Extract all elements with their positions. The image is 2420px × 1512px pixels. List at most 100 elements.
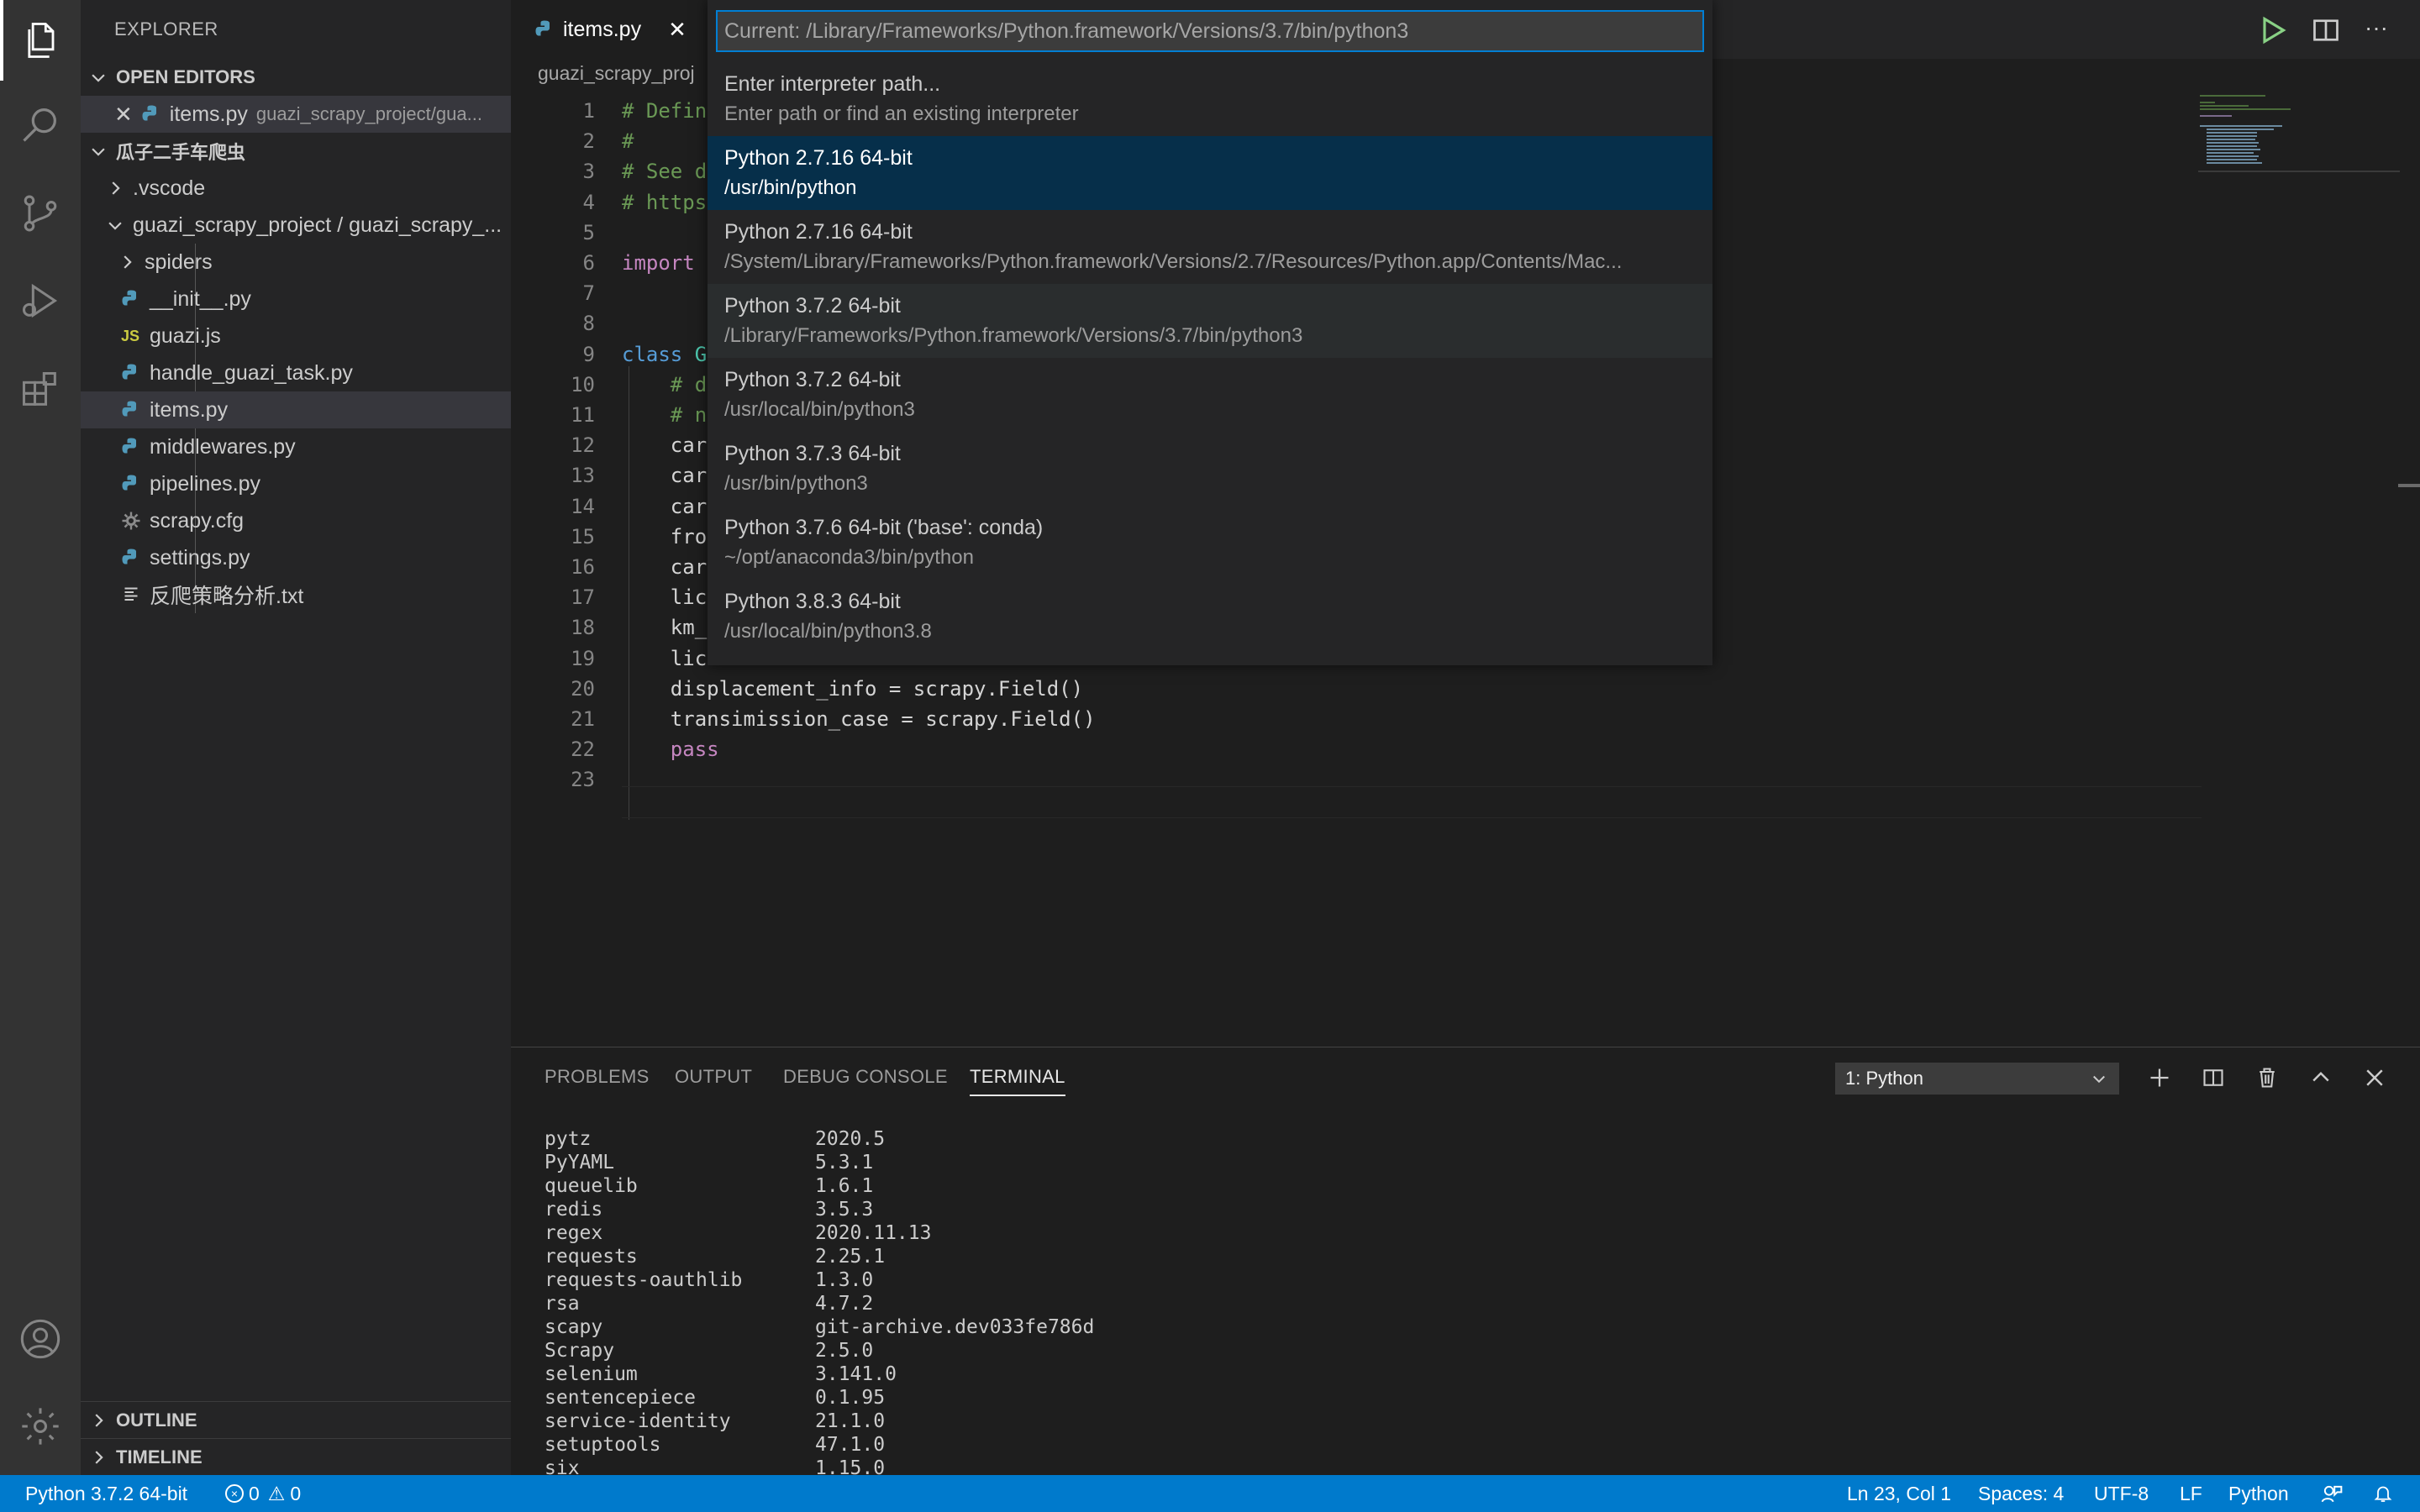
notifications-bell-icon[interactable] (2373, 1475, 2393, 1512)
tab-debug-console[interactable]: DEBUG CONSOLE (783, 1066, 948, 1088)
extensions-icon[interactable] (0, 349, 81, 430)
quick-pick-item[interactable]: Python 3.7.3 64-bit /usr/bin/python3 (708, 432, 1712, 506)
code-token: fro (622, 524, 708, 549)
chevron-down-icon (92, 148, 105, 156)
package-name: service-identity (544, 1410, 731, 1432)
package-name: redis (544, 1199, 603, 1221)
scroll-indicator[interactable] (2398, 484, 2420, 487)
new-terminal-icon[interactable] (2143, 1061, 2176, 1095)
problems-status[interactable]: × 0 ⚠ 0 (225, 1475, 301, 1512)
settings-gear-icon[interactable] (0, 1386, 81, 1467)
breadcrumb[interactable]: guazi_scrapy_proj (538, 62, 695, 85)
python-interpreter-status[interactable]: Python 3.7.2 64-bit (25, 1475, 187, 1512)
activity-bar (0, 0, 81, 1475)
outline-header[interactable]: OUTLINE (81, 1401, 511, 1439)
line-number: 2 (582, 129, 595, 154)
python-file-icon (122, 401, 136, 417)
interpreter-quick-pick: Enter interpreter path... Enter path or … (708, 0, 1712, 665)
trash-icon[interactable] (2250, 1061, 2284, 1095)
files-icon[interactable] (0, 0, 81, 81)
package-version: 2020.11.13 (815, 1222, 932, 1244)
split-terminal-icon[interactable] (2196, 1061, 2230, 1095)
terminal-select[interactable]: 1: Python (1835, 1063, 2119, 1095)
close-panel-icon[interactable] (2358, 1061, 2391, 1095)
indentation-status[interactable]: Spaces: 4 (1978, 1475, 2064, 1512)
run-file-icon[interactable] (2257, 15, 2287, 45)
tree-item-pipelines[interactable]: pipelines.py (81, 465, 511, 502)
code-token: # https (622, 190, 708, 214)
item-label: Python 3.7.2 64-bit (724, 368, 901, 391)
quick-pick-item[interactable]: Python 2.7.16 64-bit /System/Library/Fra… (708, 210, 1712, 284)
interpreter-search-input[interactable] (716, 10, 1704, 52)
split-editor-icon[interactable] (2311, 15, 2341, 45)
tree-item-txt[interactable]: 反爬策略分析.txt (81, 576, 511, 613)
tree-item-guazi-js[interactable]: JS guazi.js (81, 318, 511, 354)
tree-item-vscode[interactable]: .vscode (81, 170, 511, 207)
item-detail: /System/Library/Frameworks/Python.framew… (724, 250, 1623, 273)
search-icon[interactable] (0, 84, 81, 165)
quick-pick-item-enter-path[interactable]: Enter interpreter path... Enter path or … (708, 62, 1712, 136)
tree-item-project-folder[interactable]: guazi_scrapy_project / guazi_scrapy_... (81, 207, 511, 244)
feedback-icon[interactable] (2321, 1475, 2343, 1512)
code-line: # d (622, 373, 707, 396)
code-line: # (622, 129, 634, 153)
more-actions-icon[interactable]: ··· (2365, 15, 2395, 45)
item-detail: /usr/bin/python (724, 176, 857, 199)
run-debug-icon[interactable] (0, 260, 81, 341)
quick-pick-item[interactable]: Python 3.7.2 64-bit /Library/Frameworks/… (708, 284, 1712, 358)
quick-pick-item[interactable]: Python 3.7.2 64-bit /usr/local/bin/pytho… (708, 358, 1712, 432)
tab-output[interactable]: OUTPUT (675, 1066, 752, 1088)
python-file-icon (122, 364, 136, 380)
tree-item-init-py[interactable]: __init__.py (81, 281, 511, 318)
tree-item-handle-task[interactable]: handle_guazi_task.py (81, 354, 511, 391)
code-line: lic (622, 585, 707, 609)
code-line: car (622, 433, 707, 457)
package-version: 2.25.1 (815, 1246, 886, 1268)
tree-item-scrapy-cfg[interactable]: scrapy.cfg (81, 502, 511, 539)
open-editors-header[interactable]: OPEN EDITORS (81, 59, 511, 96)
close-icon[interactable]: ✕ (114, 102, 133, 128)
chevron-down-icon (108, 222, 122, 230)
tree-item-middlewares[interactable]: middlewares.py (81, 428, 511, 465)
open-editor-item[interactable]: ✕ items.py guazi_scrapy_project/gua... (81, 96, 511, 133)
package-version: 1.3.0 (815, 1269, 874, 1291)
workspace-header[interactable]: 瓜子二手车爬虫 (81, 133, 511, 170)
package-version: 21.1.0 (815, 1410, 886, 1432)
tree-item-label: settings.py (150, 545, 250, 570)
package-name: requests (544, 1246, 638, 1268)
code-line: # See d (622, 160, 707, 183)
code-line: # n (622, 403, 707, 427)
tree-item-settings-py[interactable]: settings.py (81, 539, 511, 576)
encoding-status[interactable]: UTF-8 (2094, 1475, 2149, 1512)
close-icon[interactable]: ✕ (668, 17, 687, 43)
item-label: Python 3.7.3 64-bit (724, 442, 901, 465)
minimap[interactable] (2198, 92, 2400, 193)
language-mode[interactable]: Python (2228, 1475, 2289, 1512)
tree-item-label: middlewares.py (150, 434, 296, 459)
tab-items-py[interactable]: items.py ✕ (511, 0, 711, 59)
eol-status[interactable]: LF (2180, 1475, 2202, 1512)
code-line: km_ (622, 616, 707, 639)
package-version: 0.1.95 (815, 1387, 886, 1409)
package-version: 3.141.0 (815, 1363, 897, 1385)
timeline-header[interactable]: TIMELINE (81, 1438, 511, 1476)
tree-item-label: spiders (145, 249, 213, 274)
line-number: 11 (571, 403, 595, 427)
account-icon[interactable] (0, 1299, 81, 1379)
chevron-down-icon (92, 74, 105, 82)
item-label: Python 3.7.6 64-bit ('base': conda) (724, 516, 1044, 539)
maximize-panel-icon[interactable] (2304, 1061, 2338, 1095)
quick-pick-item[interactable]: Python 3.7.6 64-bit ('base': conda) ~/op… (708, 506, 1712, 580)
source-control-icon[interactable] (0, 173, 81, 254)
package-name: pytz (544, 1128, 592, 1150)
cursor-position[interactable]: Ln 23, Col 1 (1847, 1475, 1951, 1512)
tree-item-spiders[interactable]: spiders (81, 244, 511, 281)
tab-terminal[interactable]: TERMINAL (970, 1066, 1065, 1096)
quick-pick-item[interactable]: Python 3.8.3 64-bit /usr/local/bin/pytho… (708, 580, 1712, 654)
text-file-icon (124, 587, 138, 601)
quick-pick-item[interactable]: Python 2.7.16 64-bit /usr/bin/python (708, 136, 1712, 210)
tree-item-items-py[interactable]: items.py (81, 391, 511, 428)
tab-problems[interactable]: PROBLEMS (544, 1066, 650, 1088)
